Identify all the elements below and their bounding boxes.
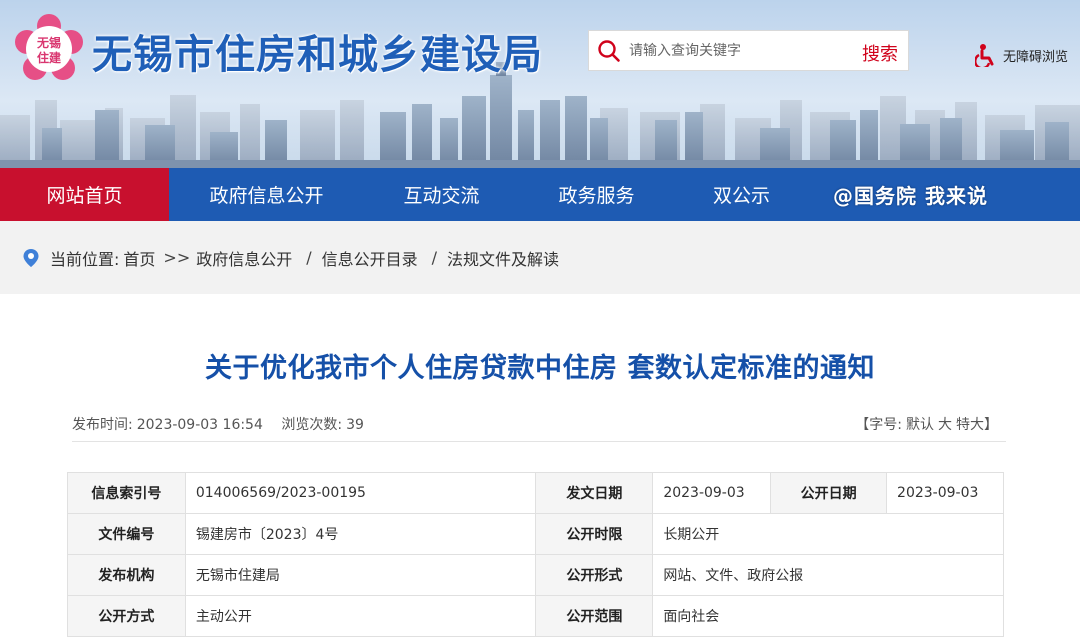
svg-text:住建: 住建 <box>37 50 62 65</box>
table-row: 发布机构 无锡市住建局 公开形式 网站、文件、政府公报 <box>67 554 1004 596</box>
scope-value: 面向社会 <box>652 595 1004 637</box>
header-banner: 无锡 住建 无锡市住房和城乡建设局 搜索 无障碍浏览 <box>0 0 1080 168</box>
search-box: 搜索 <box>588 30 909 71</box>
breadcrumb-home[interactable]: 首页 <box>123 246 155 270</box>
nav-item-double-publicity[interactable]: 双公示 <box>674 168 809 221</box>
logo-emblem-icon: 无锡 住建 <box>15 14 83 80</box>
breadcrumb-catalog[interactable]: 信息公开目录 <box>322 246 418 270</box>
article-meta: 发布时间: 2023-09-03 16:54 浏览次数: 39 【字号: 默认大特大】 <box>72 412 1006 442</box>
font-size-xlarge-button[interactable]: 特大 <box>956 417 984 433</box>
doc-no-label: 文件编号 <box>67 513 186 555</box>
breadcrumb-gov-info[interactable]: 政府信息公开 <box>196 246 292 270</box>
publish-time: 2023-09-03 16:54 <box>136 417 263 433</box>
accessibility-link[interactable]: 无障碍浏览 <box>975 43 1068 67</box>
font-size-prefix: 【字号: <box>855 417 902 433</box>
open-date-label: 公开日期 <box>770 472 888 514</box>
org-value: 无锡市住建局 <box>184 554 537 596</box>
breadcrumb-sep: >> <box>163 248 191 267</box>
search-input[interactable] <box>629 31 839 70</box>
issue-date-value: 2023-09-03 <box>652 472 772 514</box>
search-button[interactable]: 搜索 <box>862 40 898 66</box>
breadcrumb-prefix: 当前位置: <box>50 249 120 269</box>
site-title: 无锡市住房和城乡建设局 <box>92 32 543 78</box>
views-count: 39 <box>346 417 364 433</box>
breadcrumb-regulations[interactable]: 法规文件及解读 <box>447 246 559 270</box>
index-label: 信息索引号 <box>67 472 186 514</box>
breadcrumb-sep: / <box>306 248 312 267</box>
method-label: 公开方式 <box>67 595 186 637</box>
document-info-table: 信息索引号 014006569/2023-00195 发文日期 2023-09-… <box>67 472 1004 637</box>
doc-no-value: 锡建房市〔2023〕4号 <box>184 513 537 555</box>
svg-text:无锡: 无锡 <box>36 35 61 50</box>
publish-time-label: 发布时间: <box>72 417 133 433</box>
form-label: 公开形式 <box>535 554 654 596</box>
breadcrumb-sep: / <box>431 248 438 267</box>
nav-item-gov-info[interactable]: 政府信息公开 <box>169 168 364 221</box>
location-pin-icon <box>23 248 39 267</box>
table-row: 文件编号 锡建房市〔2023〕4号 公开时限 长期公开 <box>67 513 1004 555</box>
views-label: 浏览次数: <box>281 417 343 433</box>
index-value: 014006569/2023-00195 <box>184 472 537 514</box>
term-label: 公开时限 <box>535 513 654 555</box>
main-nav: 网站首页 政府信息公开 互动交流 政务服务 双公示 @国务院 我来说 <box>0 168 1080 221</box>
nav-item-services[interactable]: 政务服务 <box>519 168 674 221</box>
org-label: 发布机构 <box>67 554 186 596</box>
scope-label: 公开范围 <box>535 595 654 637</box>
table-row: 公开方式 主动公开 公开范围 面向社会 <box>67 595 1004 637</box>
article-panel: 关于优化我市个人住房贷款中住房 套数认定标准的通知 发布时间: 2023-09-0… <box>0 294 1080 637</box>
article-title: 关于优化我市个人住房贷款中住房 套数认定标准的通知 <box>205 353 875 384</box>
open-date-value: 2023-09-03 <box>886 472 1004 514</box>
breadcrumb: 当前位置: 首页 >> 政府信息公开 / 信息公开目录 / 法规文件及解读 <box>0 221 1080 294</box>
font-size-default-button[interactable]: 默认 <box>906 417 934 433</box>
method-value: 主动公开 <box>184 595 537 637</box>
font-size-large-button[interactable]: 大 <box>938 417 952 433</box>
issue-date-label: 发文日期 <box>535 472 654 514</box>
site-logo[interactable]: 无锡 住建 <box>14 14 84 84</box>
wheelchair-icon <box>975 44 994 67</box>
term-value: 长期公开 <box>652 513 1004 555</box>
nav-item-home[interactable]: 网站首页 <box>0 168 169 221</box>
nav-item-interaction[interactable]: 互动交流 <box>364 168 519 221</box>
search-icon <box>589 31 629 71</box>
font-size-suffix: 】 <box>984 417 998 433</box>
font-size-controls: 【字号: 默认大特大】 <box>855 414 998 434</box>
table-row: 信息索引号 014006569/2023-00195 发文日期 2023-09-… <box>67 472 1004 514</box>
form-value: 网站、文件、政府公报 <box>652 554 1004 596</box>
nav-item-state-council-feedback[interactable]: @国务院 我来说 <box>809 168 1012 221</box>
accessibility-label: 无障碍浏览 <box>1003 49 1069 65</box>
